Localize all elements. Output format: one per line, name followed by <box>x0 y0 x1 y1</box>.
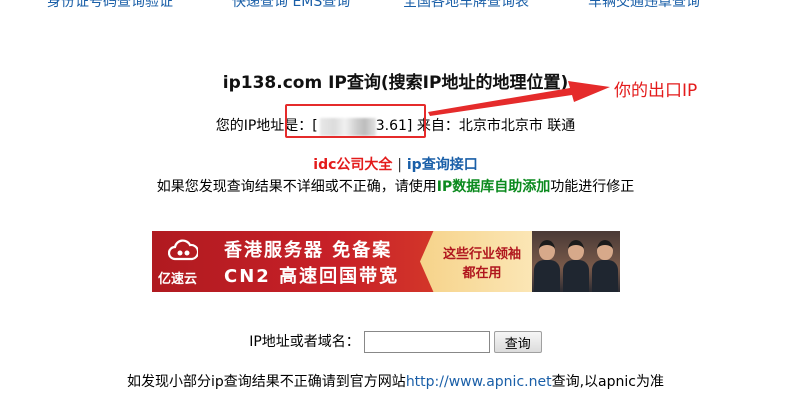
nav-link-traffic-violation[interactable]: 车辆交通违章查询 <box>588 0 700 11</box>
ip-search-form: IP地址或者域名： 查询 <box>0 331 791 353</box>
notice-text-before: 如果您发现查询结果不详细或不正确，请使用 <box>156 179 437 195</box>
quick-links: idc公司大全 | ip查询接口 <box>0 154 791 174</box>
ip-result-suffix: ] 来自：北京市北京市 联通 <box>406 118 576 134</box>
ad-logo: 亿速云 <box>152 231 214 292</box>
ad-banner[interactable]: 亿速云 香港服务器 免备案 CN2 高速回国带宽 这些行业领袖 都在用 <box>152 231 620 292</box>
person-figure <box>592 236 618 292</box>
ip-database-add-link[interactable]: IP数据库自助添加 <box>437 179 550 195</box>
link-separator: | <box>397 157 402 173</box>
ad-people-photo <box>532 231 620 292</box>
notice-text-after: 功能进行修正 <box>550 179 635 195</box>
nav-link-license-plate[interactable]: 全国各地车牌查询表 <box>403 0 529 11</box>
annotation-label: 你的出口IP <box>614 81 698 101</box>
footer-text-before: 如发现小部分ip查询结果不正确请到官方网站 <box>127 374 406 390</box>
footer-text-after: 查询,以apnic为准 <box>551 374 664 390</box>
ip-api-link[interactable]: ip查询接口 <box>407 157 478 173</box>
ip-domain-input[interactable] <box>363 331 490 353</box>
ad-ribbon-line-2: 都在用 <box>462 266 502 281</box>
ad-brand-name: 亿速云 <box>158 272 198 287</box>
cloud-icon <box>168 239 198 261</box>
correction-notice: 如果您发现查询结果不详细或不正确，请使用IP数据库自助添加功能进行修正 <box>0 176 791 196</box>
search-label: IP地址或者域名： <box>249 334 360 350</box>
query-button[interactable]: 查询 <box>493 331 542 353</box>
nav-link-id-card[interactable]: 身份证号码查询验证 <box>47 0 173 11</box>
annotation-arrow <box>428 81 610 116</box>
ad-ribbon: 这些行业领袖 都在用 <box>420 231 532 292</box>
footer-note: 如发现小部分ip查询结果不正确请到官方网站http://www.apnic.ne… <box>0 371 791 391</box>
person-figure <box>534 236 560 292</box>
ip-highlight-box <box>285 104 426 138</box>
apnic-link[interactable]: http://www.apnic.net <box>406 374 552 390</box>
idc-companies-link[interactable]: idc公司大全 <box>313 157 392 173</box>
ad-headline-2: CN2 高速回国带宽 <box>224 266 400 287</box>
person-figure <box>563 236 589 292</box>
nav-link-express[interactable]: 快递查询 EMS查询 <box>232 0 350 11</box>
ad-headline-1: 香港服务器 免备案 <box>224 240 393 261</box>
ad-ribbon-line-1: 这些行业领袖 <box>442 247 521 262</box>
